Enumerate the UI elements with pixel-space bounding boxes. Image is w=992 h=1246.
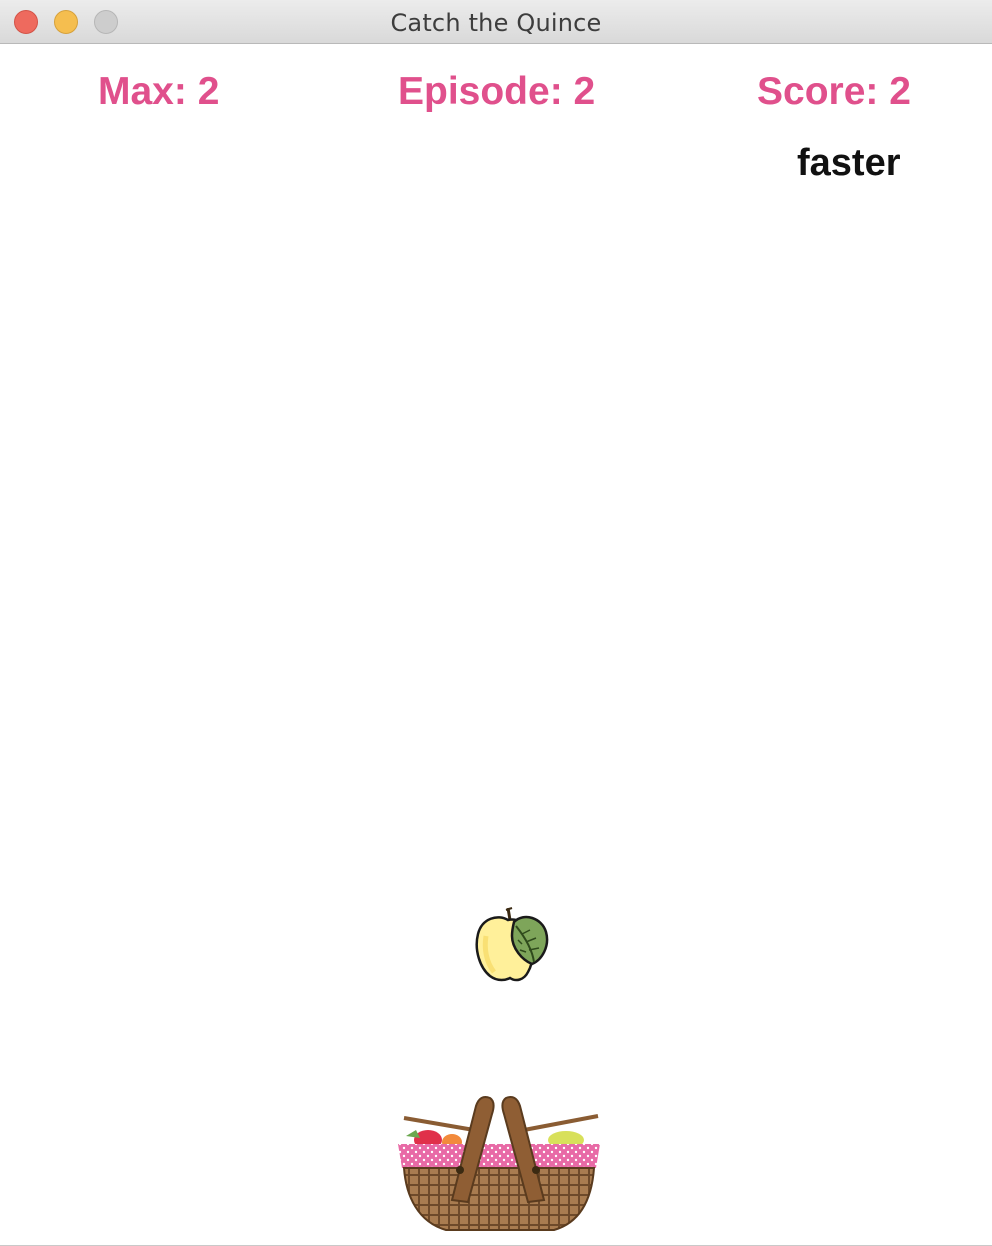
speed-indicator: faster — [797, 142, 901, 184]
quince-icon — [475, 907, 549, 982]
basket-icon — [398, 1096, 600, 1231]
game-window: Catch the Quince Max: 2 Episode: 2 Score… — [0, 0, 992, 1246]
window-title: Catch the Quince — [390, 9, 602, 37]
score-label: Score: 2 — [757, 70, 911, 113]
title-bar: Catch the Quince — [0, 0, 992, 44]
game-canvas[interactable]: Max: 2 Episode: 2 Score: 2 faster — [0, 44, 992, 1245]
max-score-label: Max: 2 — [98, 70, 220, 113]
episode-label: Episode: 2 — [398, 70, 596, 113]
